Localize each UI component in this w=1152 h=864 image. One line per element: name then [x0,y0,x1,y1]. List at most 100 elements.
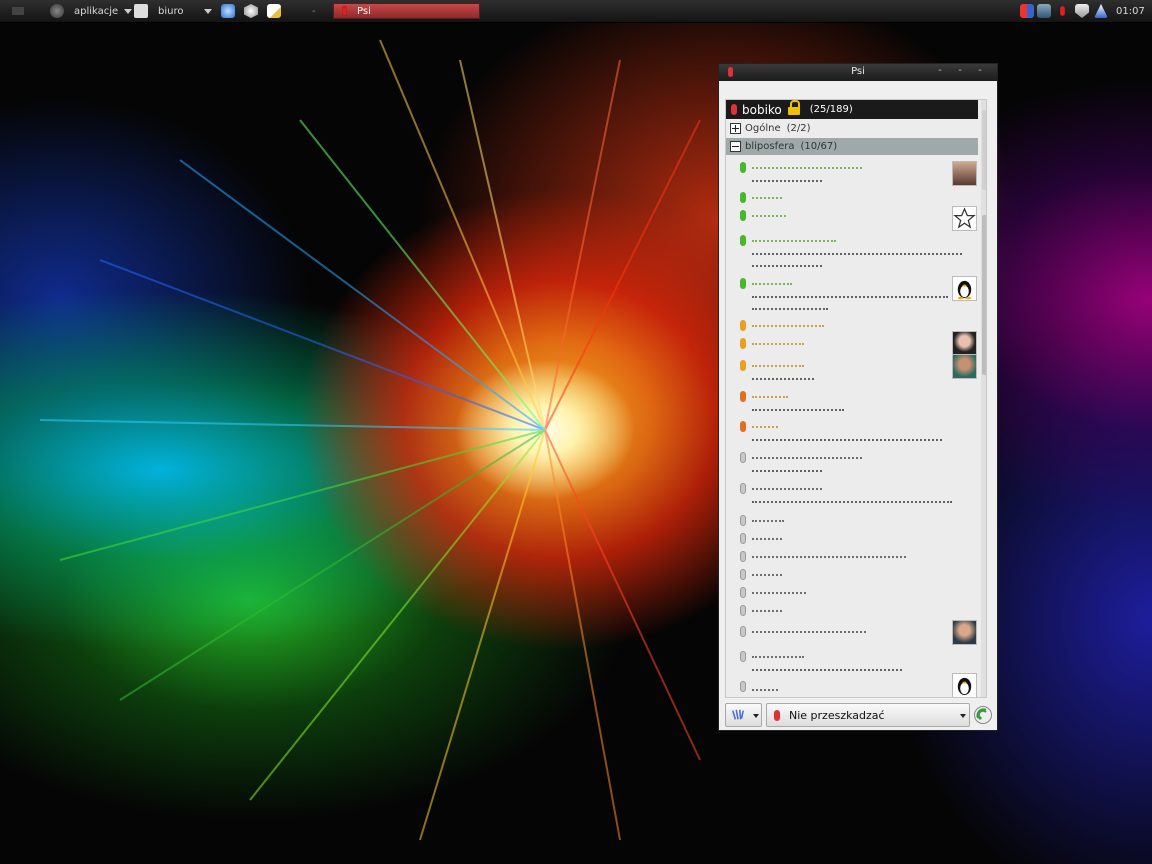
contact-item[interactable] [726,673,978,697]
status-select-label: Nie przeszkadzać [789,708,885,722]
contact-item[interactable] [726,190,978,208]
close-button[interactable]: - [973,65,987,79]
shade-button[interactable]: - [933,65,947,79]
panel-handle-icon [12,7,24,15]
chevron-down-icon [204,8,213,14]
launcher-browser[interactable] [221,0,235,22]
launcher-editor[interactable] [267,0,281,22]
office-menu-icon [134,4,148,18]
contact-item[interactable] [726,481,978,511]
contact-item[interactable] [726,276,978,316]
contact-name [752,585,806,597]
dnd-status-icon [740,421,746,432]
contact-item[interactable] [726,206,978,234]
group-bliposfera[interactable]: bliposfera (10/67) [726,138,978,155]
update-notifier-icon [1020,4,1034,18]
text-editor-icon [267,4,281,18]
tray-power[interactable] [1094,0,1108,22]
online-status-icon [740,235,746,246]
apps-menu[interactable]: aplikacje [50,0,133,22]
contact-name [752,190,782,202]
expand-icon[interactable] [730,122,741,134]
contact-item[interactable] [726,160,978,190]
penguin-avatar-icon [952,276,977,301]
offline-status-icon [740,452,746,463]
chevron-down-icon [124,8,133,14]
contact-status-message [752,371,814,383]
psi-tray-icon [1060,6,1065,16]
lock-icon [787,100,800,115]
online-status-icon [740,162,746,173]
contact-status-message [752,258,822,270]
minimize-button[interactable]: - [953,65,967,79]
contact-item[interactable] [726,419,978,449]
contact-status-message [752,494,952,506]
contact-item[interactable] [726,649,978,679]
contact-item[interactable] [726,389,978,419]
panel-handle[interactable] [12,0,24,22]
shield-icon [1075,4,1089,18]
connection-icon[interactable] [973,705,993,725]
window-titlebar[interactable]: Psi - - - [719,64,997,81]
contact-item[interactable] [726,450,978,480]
contact-name [752,233,836,245]
office-menu[interactable]: biuro [134,0,213,22]
contact-name [752,624,866,636]
contact-item[interactable] [726,603,978,621]
tray-network[interactable] [1037,0,1051,22]
contact-name [752,336,804,348]
tray-shield[interactable] [1075,0,1089,22]
contact-name [752,531,782,543]
contact-status-message [752,402,844,414]
tray-psi[interactable] [1060,0,1065,22]
account-name: bobiko [742,102,782,117]
scrollbar-thumb[interactable] [982,215,986,375]
online-status-icon [740,192,746,203]
offline-status-icon [740,515,746,526]
contact-status-message [752,173,822,185]
contact-roster[interactable]: bobiko (25/189) Ogólne (2/2) bliposfera … [725,99,987,698]
group-name: bliposfera [745,141,795,152]
status-select[interactable]: Nie przeszkadzać [766,703,970,727]
contact-name [752,419,778,431]
contact-item[interactable] [726,620,978,649]
taskbar-item-psi[interactable]: Psi [333,3,480,19]
contact-item[interactable] [726,318,978,336]
launcher-app[interactable] [244,0,258,22]
offline-status-icon [740,605,746,616]
apps-menu-label: aplikacje [74,5,119,17]
account-header[interactable]: bobiko (25/189) [726,100,978,119]
tray-icon-1[interactable] [1020,0,1034,22]
online-status-icon [740,278,746,289]
clock[interactable]: 01:07 [1116,0,1145,22]
group-ogolne[interactable]: Ogólne (2/2) [726,120,978,136]
contact-item[interactable] [726,354,978,388]
contact-status-message [752,463,822,475]
contact-item[interactable] [726,585,978,603]
contact-name [752,389,788,401]
avatar [952,161,977,186]
apps-menu-icon [50,4,64,18]
avatar [952,620,977,645]
contact-name [752,682,778,694]
collapse-icon[interactable] [730,141,741,152]
network-icon [1037,4,1051,18]
contact-status-message [752,289,948,301]
psi-logo-icon [731,709,745,720]
chevron-down-icon [753,714,759,718]
contact-item[interactable] [726,513,978,531]
psi-window: Psi - - - bobiko (25/189) Ogólne (2/2) b… [718,63,998,731]
roster-scrollbar[interactable] [981,100,986,697]
contact-item[interactable] [726,531,978,549]
contact-item[interactable] [726,567,978,585]
contact-item[interactable] [726,233,978,275]
contact-name [752,276,792,288]
panel-separator: - [312,5,316,17]
group-count: (2/2) [786,122,811,134]
hexagon-app-icon [244,4,258,18]
account-count: (25/189) [809,104,853,115]
contact-item[interactable] [726,549,978,567]
contact-name [752,603,782,615]
offline-status-icon [740,651,746,662]
psi-menu-button[interactable] [725,703,762,727]
